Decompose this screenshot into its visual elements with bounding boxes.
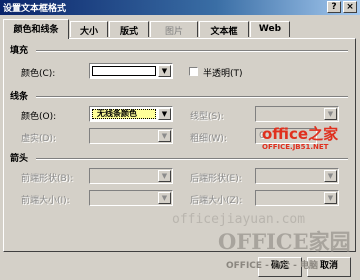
chevron-down-icon[interactable]: ▼ <box>324 192 337 204</box>
begin-size-label: 前端大小(I): <box>21 196 70 206</box>
begin-size-dropdown[interactable]: ▼ <box>89 190 173 206</box>
line-color-dropdown[interactable]: 无线条颜色 ▼ <box>89 106 173 122</box>
begin-style-label: 前端形状(B): <box>21 174 74 184</box>
chevron-down-icon[interactable]: ▼ <box>158 65 171 77</box>
fill-color-label: 颜色(C): <box>21 69 56 79</box>
tab-size[interactable]: 大小 <box>70 21 108 37</box>
line-divider <box>36 96 348 98</box>
dash-label: 虚实(D): <box>21 134 56 144</box>
cancel-button[interactable]: 取消 <box>307 257 351 277</box>
colors-lines-panel: 填充 颜色(C): ▼ 半透明(T) 线条 颜色(O): 无线条颜色 ▼ 线型(… <box>3 38 356 252</box>
end-style-dropdown[interactable]: ▼ <box>255 168 339 184</box>
semi-transparent-checkbox[interactable] <box>189 67 198 76</box>
tab-picture: 图片 <box>150 21 198 37</box>
title-bar[interactable]: 设置文本框格式 ? × <box>0 0 360 15</box>
tab-strip: 颜色和线条 大小 版式 图片 文本框 Web <box>3 19 355 39</box>
fill-heading: 填充 <box>10 46 29 56</box>
chevron-down-icon[interactable]: ▼ <box>158 108 171 120</box>
dash-dropdown[interactable]: ▼ <box>89 128 173 144</box>
arrows-heading: 箭头 <box>10 154 29 164</box>
fill-color-swatch <box>92 66 156 76</box>
line-weight-label: 粗细(W): <box>190 134 227 144</box>
tab-web[interactable]: Web <box>250 21 290 37</box>
help-button[interactable]: ? <box>327 1 341 13</box>
chevron-down-icon[interactable]: ▼ <box>158 170 171 182</box>
line-style-dropdown[interactable]: ▼ <box>255 106 339 122</box>
line-weight-value: 0 <box>259 131 265 141</box>
tab-layout[interactable]: 版式 <box>109 21 149 37</box>
ok-button[interactable]: 确定 <box>258 257 302 277</box>
tab-colors-lines[interactable]: 颜色和线条 <box>3 19 69 39</box>
chevron-down-icon[interactable]: ▼ <box>158 192 171 204</box>
end-size-label: 后端大小(Z): <box>190 196 243 206</box>
dialog-title: 设置文本框格式 <box>3 4 67 14</box>
chevron-down-icon[interactable]: ▼ <box>324 170 337 182</box>
tab-textbox[interactable]: 文本框 <box>199 21 249 37</box>
end-size-dropdown[interactable]: ▼ <box>255 190 339 206</box>
format-textbox-dialog: 设置文本框格式 ? × 颜色和线条 大小 版式 图片 文本框 Web 填充 颜色… <box>0 0 360 280</box>
semi-transparent-label: 半透明(T) <box>203 69 243 79</box>
line-heading: 线条 <box>10 92 29 102</box>
begin-style-dropdown[interactable]: ▼ <box>89 168 173 184</box>
fill-divider <box>36 50 348 52</box>
line-weight-spinner[interactable]: 0 <box>255 128 317 144</box>
line-color-label: 颜色(O): <box>21 112 57 122</box>
end-style-label: 后端形状(E): <box>190 174 242 184</box>
close-button[interactable]: × <box>343 1 357 13</box>
line-style-label: 线型(S): <box>190 112 224 122</box>
chevron-down-icon[interactable]: ▼ <box>324 108 337 120</box>
line-color-value: 无线条颜色 <box>92 109 156 119</box>
fill-color-dropdown[interactable]: ▼ <box>89 63 173 79</box>
chevron-down-icon[interactable]: ▼ <box>158 130 171 142</box>
arrows-divider <box>36 158 348 160</box>
